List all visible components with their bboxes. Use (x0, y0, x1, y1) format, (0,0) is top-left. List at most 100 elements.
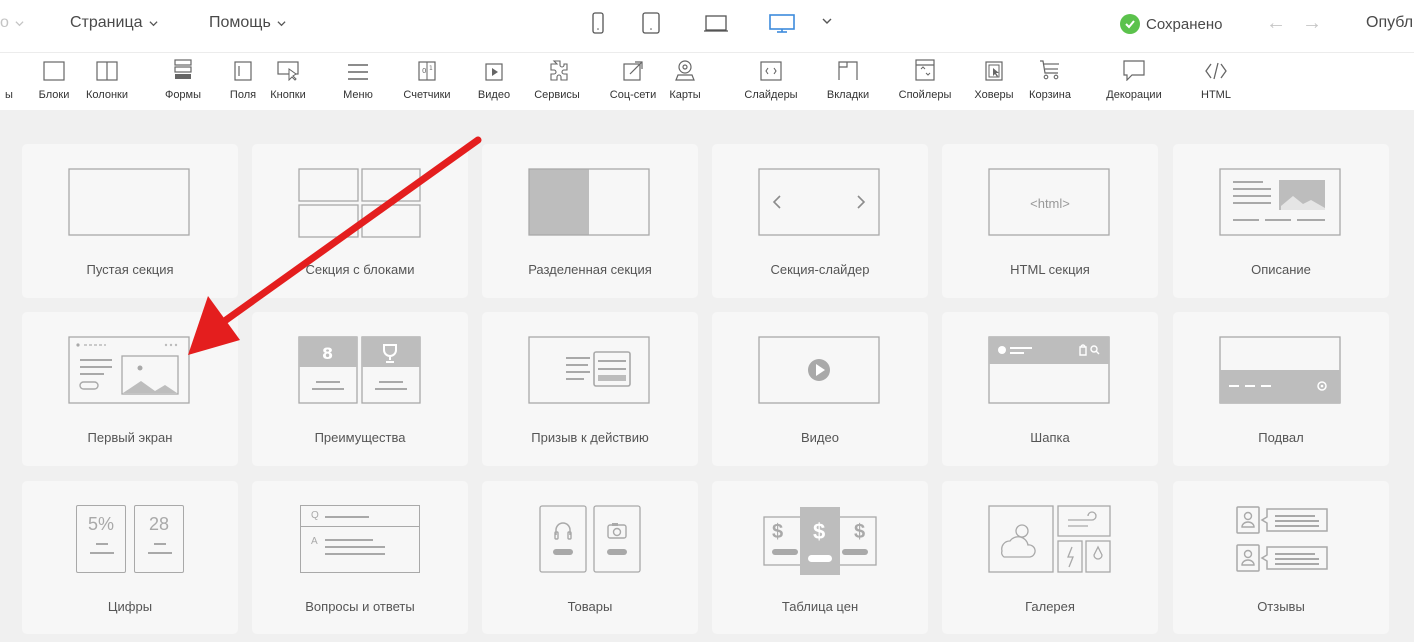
mobile-landscape-icon[interactable] (642, 12, 660, 34)
toolbar-item-menu[interactable]: Меню (338, 53, 378, 111)
toolbar-item-label: Декорации (1106, 89, 1162, 101)
section-card-label: Разделенная секция (528, 262, 652, 277)
pricing-icon: $ $ $ (712, 505, 928, 575)
video-icon (485, 53, 503, 83)
section-card-slider[interactable]: Секция-слайдер (712, 144, 928, 298)
faq-icon: Q A (252, 505, 468, 573)
toolbar-item-counters[interactable]: 01 Счетчики (397, 53, 457, 111)
redo-icon[interactable]: → (1302, 12, 1322, 35)
toolbar-item-fields[interactable]: Поля (224, 53, 262, 111)
toolbar-item-html[interactable]: HTML (1198, 53, 1234, 111)
toolbar-item-maps[interactable]: Карты (664, 53, 706, 111)
chevron-down-icon (148, 20, 158, 26)
section-card-label: Секция с блоками (305, 262, 415, 277)
undo-icon[interactable]: ← (1266, 12, 1286, 35)
faq-thumb-q: Q (311, 510, 319, 521)
section-card-advantages[interactable]: 8 Преимущества (252, 312, 468, 466)
top-menu-bar: о Страница Помощь Сохранено ← → Опубл (0, 0, 1414, 52)
section-card-reviews[interactable]: Отзывы (1173, 481, 1389, 634)
map-icon (675, 53, 695, 83)
toolbar-item-buttons[interactable]: Кнопки (266, 53, 310, 111)
section-card-label: Пустая секция (86, 262, 174, 277)
menu-partial-item[interactable]: о (0, 14, 24, 32)
toolbar-item-video[interactable]: Видео (474, 53, 514, 111)
menu-partial-label: о (0, 14, 9, 31)
gallery-icon (942, 505, 1158, 575)
split-section-icon (482, 168, 698, 238)
toolbar-item-decorations[interactable]: Декорации (1096, 53, 1172, 111)
numbers-icon: 5% 28 (22, 505, 238, 573)
pricing-thumb-symbol-left: $ (772, 521, 784, 543)
section-card-empty[interactable]: Пустая секция (22, 144, 238, 298)
hero-icon (22, 336, 238, 406)
section-card-pricing[interactable]: $ $ $ Таблица цен (712, 481, 928, 634)
block-icon (43, 53, 65, 83)
menu-page[interactable]: Страница (70, 14, 158, 32)
cart-icon (1039, 53, 1061, 83)
section-card-hero[interactable]: Первый экран (22, 312, 238, 466)
saved-label: Сохранено (1146, 15, 1223, 33)
section-card-faq[interactable]: Q A Вопросы и ответы (252, 481, 468, 634)
counter-icon: 01 (418, 53, 436, 83)
publish-button[interactable]: Опубл (1366, 14, 1413, 32)
section-card-video[interactable]: Видео (712, 312, 928, 466)
section-card-split[interactable]: Разделенная секция (482, 144, 698, 298)
section-card-gallery[interactable]: Галерея (942, 481, 1158, 634)
tabs-icon (838, 53, 858, 83)
toolbar-item-sliders[interactable]: Слайдеры (738, 53, 804, 111)
blocks-section-icon (252, 168, 468, 238)
numbers-thumb-count: 28 (148, 514, 170, 534)
section-card-label: Преимущества (314, 430, 406, 445)
section-card-products[interactable]: Товары (482, 481, 698, 634)
desktop-icon[interactable] (768, 12, 796, 34)
toolbar-item-forms[interactable]: Формы (160, 53, 206, 111)
social-icon (623, 53, 643, 83)
toolbar-item-spoilers[interactable]: Спойлеры (892, 53, 958, 111)
section-card-blocks[interactable]: Секция с блоками (252, 144, 468, 298)
toolbar-item-label: Блоки (38, 89, 70, 101)
menu-help[interactable]: Помощь (209, 14, 286, 32)
toolbar-item-label: Карты (669, 89, 701, 101)
section-card-label: HTML секция (1010, 262, 1090, 277)
section-card-numbers[interactable]: 5% 28 Цифры (22, 481, 238, 634)
html-icon (1205, 53, 1227, 83)
tablet-icon[interactable] (703, 12, 729, 34)
section-card-label: Товары (567, 599, 613, 614)
toolbar-item-blocks[interactable]: Блоки (32, 53, 76, 111)
section-templates-grid: Пустая секция Секция с блоками Разделенн… (0, 110, 1414, 642)
section-card-header[interactable]: Шапка (942, 312, 1158, 466)
toolbar-item-cart[interactable]: Корзина (1023, 53, 1077, 111)
toolbar-item-services[interactable]: Сервисы (530, 53, 584, 111)
device-menu-chevron-icon[interactable] (822, 16, 832, 26)
section-card-cta[interactable]: Призыв к действию (482, 312, 698, 466)
toolbar-item-tabs[interactable]: Вкладки (819, 53, 877, 111)
field-icon (234, 53, 252, 83)
menu-icon (347, 53, 369, 83)
section-card-label: Цифры (107, 599, 153, 614)
toolbar-item-label: Колонки (86, 89, 128, 101)
section-card-label: Отзывы (1257, 599, 1305, 614)
section-card-html[interactable]: <html> HTML секция (942, 144, 1158, 298)
element-toolbar: ы Блоки Колонки Формы Поля Кнопки Меню 0… (0, 52, 1414, 110)
check-icon (1120, 14, 1140, 34)
toolbar-item-partial[interactable]: ы (2, 53, 16, 111)
section-card-label: Галерея (1025, 599, 1075, 614)
toolbar-item-columns[interactable]: Колонки (80, 53, 134, 111)
toolbar-item-label: ы (5, 89, 13, 101)
svg-text:0: 0 (422, 67, 426, 75)
section-card-description[interactable]: Описание (1173, 144, 1389, 298)
forms-icon (173, 53, 193, 83)
toolbar-item-social[interactable]: Соц-сети (604, 53, 662, 111)
section-card-label: Первый экран (87, 430, 173, 445)
section-card-label: Призыв к действию (531, 430, 649, 445)
section-card-footer[interactable]: Подвал (1173, 312, 1389, 466)
html-thumb-text: <html> (1030, 196, 1070, 211)
numbers-thumb-percent: 5% (87, 514, 114, 534)
pricing-thumb-symbol-right: $ (854, 521, 866, 543)
toolbar-item-hovers[interactable]: Ховеры (970, 53, 1018, 111)
mobile-portrait-icon[interactable] (592, 12, 604, 34)
toolbar-item-label: HTML (1201, 89, 1231, 101)
toolbar-item-label: Кнопки (270, 89, 306, 101)
toolbar-item-label: Корзина (1029, 89, 1071, 101)
spoiler-icon (915, 53, 935, 83)
